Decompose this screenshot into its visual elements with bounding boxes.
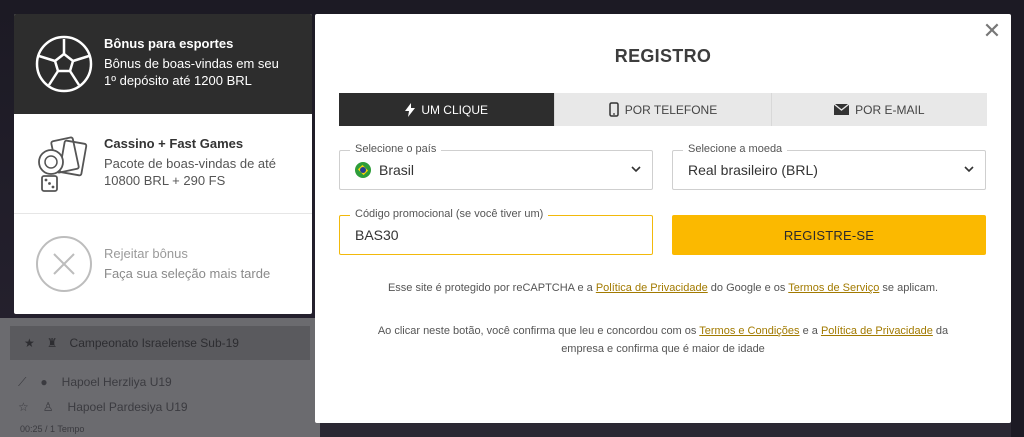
promo-code-field[interactable]: Código promocional (se você tiver um) BA…: [339, 208, 653, 255]
tab-phone[interactable]: POR TELEFONE: [555, 93, 772, 126]
chevron-down-icon: [964, 166, 974, 173]
bonus-option-sports[interactable]: Bônus para esportes Bônus de boas-vindas…: [14, 14, 312, 114]
background-team-row: ⟋ ● Hapoel Herzliya U19: [18, 374, 172, 390]
soccer-ball-icon: [35, 35, 93, 93]
casino-chips-dice-icon: [38, 136, 88, 192]
recaptcha-notice: Esse site é protegido por reCAPTCHA e a …: [387, 282, 939, 294]
star-icon: ★: [24, 336, 35, 350]
bonus-title: Bônus para esportes: [104, 36, 234, 51]
bonus-title: Cassino + Fast Games: [104, 136, 244, 151]
background-right-edge: [1011, 0, 1024, 437]
brazil-flag-icon: [355, 162, 371, 178]
background-team-row: ☆ ♙ Hapoel Pardesiya U19: [18, 400, 188, 414]
team-logo-icon: ♙: [42, 400, 54, 414]
country-select[interactable]: Selecione o país Brasil: [339, 143, 653, 190]
phone-icon: [609, 102, 619, 117]
background-match-time: 00:25 / 1 Tempo: [20, 424, 85, 434]
star-icon: ☆: [18, 400, 29, 414]
trophy-icon: ♜: [46, 336, 58, 350]
bonus-description: Faça sua seleção mais tarde: [104, 266, 271, 281]
tab-one-click[interactable]: UM CLIQUE: [339, 93, 556, 126]
bonus-panel: Bônus para esportes Bônus de boas-vindas…: [14, 14, 312, 314]
registration-modal: ✕ REGISTRO UM CLIQUE POR TELEFONE POR E-…: [315, 14, 1011, 423]
envelope-icon: [834, 104, 850, 115]
chevron-down-icon: ⌄: [484, 426, 493, 437]
bonus-option-casino[interactable]: Cassino + Fast Games Pacote de boas-vind…: [14, 114, 312, 214]
promo-code-value[interactable]: BAS30: [355, 227, 399, 243]
close-icon[interactable]: ✕: [981, 20, 1003, 42]
currency-value: Real brasileiro (BRL): [688, 162, 818, 178]
background-league-row: ★ ♜ Campeonato Israelense Sub-19: [10, 326, 310, 360]
team-logo-icon: ●: [40, 375, 48, 389]
bonus-description: Bônus de boas-vindas em seu 1º depósito …: [104, 56, 279, 88]
chevron-down-icon: [631, 166, 641, 173]
country-label: Selecione o país: [350, 143, 442, 155]
privacy-policy-link[interactable]: Política de Privacidade: [596, 282, 708, 294]
bonus-title: Rejeitar bônus: [104, 246, 188, 261]
terms-of-service-link[interactable]: Termos de Serviço: [788, 282, 879, 294]
promo-code-label: Código promocional (se você tiver um): [350, 208, 549, 220]
terms-conditions-link[interactable]: Termos e Condições: [699, 325, 799, 337]
registration-tabs: UM CLIQUE POR TELEFONE POR E-MAIL: [339, 93, 987, 126]
consent-notice: Ao clicar neste botão, você confirma que…: [377, 325, 949, 355]
register-button[interactable]: REGISTRE-SE: [672, 215, 986, 255]
reject-x-icon: [36, 236, 92, 292]
bonus-option-reject[interactable]: Rejeitar bônus Faça sua seleção mais tar…: [14, 214, 312, 314]
currency-select[interactable]: Selecione a moeda Real brasileiro (BRL): [672, 143, 986, 190]
pin-icon: ⟋: [18, 374, 27, 389]
lightning-icon: [405, 102, 416, 117]
bonus-description: Pacote de boas-vindas de até 10800 BRL +…: [104, 156, 277, 188]
modal-title: REGISTRO: [614, 46, 712, 66]
tab-email[interactable]: POR E-MAIL: [772, 93, 987, 126]
privacy-policy-link[interactable]: Política de Privacidade: [821, 325, 933, 337]
currency-label: Selecione a moeda: [683, 143, 788, 155]
country-value: Brasil: [379, 162, 415, 178]
